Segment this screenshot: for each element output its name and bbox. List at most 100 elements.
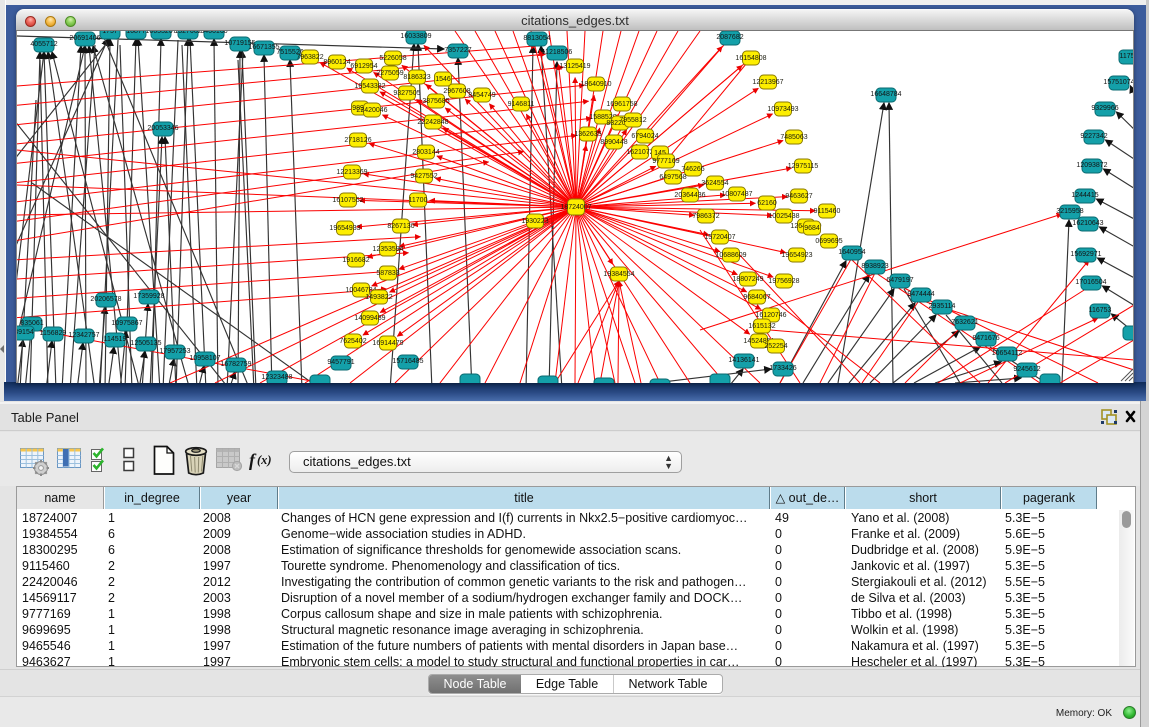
svg-text:2935114: 2935114 (929, 303, 956, 310)
svg-text:8960124: 8960124 (323, 59, 350, 66)
svg-text:16120746: 16120746 (755, 312, 786, 319)
svg-text:12213967: 12213967 (752, 79, 783, 86)
svg-text:11700: 11700 (409, 197, 428, 204)
svg-text:12323488: 12323488 (261, 374, 292, 381)
svg-text:1362635: 1362635 (574, 131, 601, 138)
svg-text:12342757: 12342757 (68, 332, 99, 339)
svg-text:17016504: 17016504 (1075, 279, 1106, 286)
svg-text:9777169: 9777169 (652, 158, 679, 165)
svg-text:16210643: 16210643 (1072, 220, 1103, 227)
svg-text:8186323: 8186323 (403, 74, 430, 81)
svg-text:7963822: 7963822 (296, 54, 323, 61)
svg-text:9115460: 9115460 (814, 208, 841, 215)
svg-text:3624554: 3624554 (701, 180, 728, 187)
svg-text:16914479: 16914479 (372, 340, 403, 347)
svg-text:16154808: 16154808 (735, 55, 766, 62)
svg-text:20206578: 20206578 (90, 296, 121, 303)
svg-text:6466160: 6466160 (200, 31, 227, 35)
svg-text:16033809: 16033809 (400, 33, 431, 40)
svg-text:2967608: 2967608 (443, 88, 470, 95)
svg-text:19756928: 19756928 (768, 278, 799, 285)
svg-text:1733426: 1733426 (769, 365, 796, 372)
svg-text:252254: 252254 (764, 343, 787, 350)
svg-text:1244415: 1244415 (1071, 192, 1098, 199)
svg-text:12975115: 12975115 (788, 163, 819, 170)
svg-text:9329966: 9329966 (1091, 105, 1118, 112)
svg-text:16671355: 16671355 (248, 44, 279, 51)
svg-text:1930223: 1930223 (521, 218, 548, 225)
svg-text:8990448: 8990448 (600, 139, 627, 146)
svg-text:9146811: 9146811 (508, 101, 535, 108)
svg-text:14136141: 14136141 (728, 357, 759, 364)
svg-text:12213369: 12213369 (336, 169, 367, 176)
svg-text:10688609: 10688609 (715, 252, 746, 259)
svg-text:16782759: 16782759 (220, 361, 251, 368)
svg-text:0699695: 0699695 (815, 238, 842, 245)
svg-text:587833: 587833 (376, 270, 399, 277)
svg-text:10958107: 10958107 (189, 355, 220, 362)
svg-text:1916682: 1916682 (342, 257, 369, 264)
svg-text:1527602: 1527602 (174, 31, 201, 35)
svg-text:9474444: 9474444 (907, 291, 934, 298)
svg-text:10807487: 10807487 (721, 191, 752, 198)
svg-text:15716485: 15716485 (392, 358, 423, 365)
svg-text:20053346: 20053346 (147, 125, 178, 132)
svg-text:18640910: 18640910 (580, 81, 611, 88)
svg-text:1621072: 1621072 (626, 149, 653, 156)
svg-text:10025438: 10025438 (768, 213, 799, 220)
svg-text:f: f (249, 450, 257, 470)
svg-text:8813054: 8813054 (523, 35, 550, 42)
svg-text:1493822: 1493822 (365, 294, 392, 301)
svg-text:62160: 62160 (757, 200, 777, 207)
svg-text:39154: 39154 (17, 329, 34, 336)
svg-text:5226058: 5226058 (379, 55, 406, 62)
svg-text:9227342: 9227342 (1080, 133, 1107, 140)
svg-text:2803144: 2803144 (412, 149, 439, 156)
svg-text:7632621: 7632621 (951, 319, 978, 326)
svg-text:1640954: 1640954 (838, 249, 865, 256)
svg-text:22420046: 22420046 (356, 107, 387, 114)
svg-text:7625402: 7625402 (339, 338, 366, 345)
svg-text:18807249: 18807249 (732, 276, 763, 283)
svg-text:10654112: 10654112 (992, 350, 1023, 357)
svg-text:(x): (x) (257, 453, 272, 467)
svg-text:18724007: 18724007 (560, 204, 591, 211)
svg-text:6497568: 6497568 (659, 174, 686, 181)
svg-text:6479197: 6479197 (886, 277, 913, 284)
svg-text:15751074: 15751074 (1103, 79, 1134, 86)
svg-text:12353594: 12353594 (372, 246, 403, 253)
svg-text:9427552: 9427552 (410, 173, 437, 180)
svg-text:16877: 16877 (126, 31, 146, 35)
svg-text:8267130: 8267130 (387, 223, 414, 230)
svg-text:1546: 1546 (435, 76, 451, 83)
svg-text:16961758: 16961758 (606, 101, 637, 108)
svg-text:14099489: 14099489 (354, 315, 385, 322)
svg-text:8471676: 8471676 (972, 335, 999, 342)
svg-text:1615132: 1615132 (748, 323, 775, 330)
svg-text:7986372: 7986372 (692, 213, 719, 220)
svg-text:12505135: 12505135 (130, 340, 161, 347)
svg-text:6794024: 6794024 (631, 133, 658, 140)
svg-text:7357227: 7357227 (444, 47, 471, 54)
svg-text:746266: 746266 (681, 166, 704, 173)
svg-text:1156829: 1156829 (40, 330, 67, 337)
svg-text:15720407: 15720407 (704, 234, 735, 241)
svg-text:10653267: 10653267 (145, 31, 176, 35)
svg-text:11751: 11751 (1120, 53, 1134, 60)
svg-text:9327505: 9327505 (393, 90, 420, 97)
svg-text:116753: 116753 (1089, 307, 1112, 314)
svg-text:2275059: 2275059 (376, 70, 403, 77)
svg-text:3215958: 3215958 (1056, 208, 1083, 215)
svg-text:6912954: 6912954 (350, 63, 377, 70)
svg-text:20691406: 20691406 (69, 35, 100, 42)
svg-text:7485063: 7485063 (780, 134, 807, 141)
svg-text:9684: 9684 (804, 225, 820, 232)
svg-text:22242848: 22242848 (417, 119, 448, 126)
svg-text:15692971: 15692971 (1070, 251, 1101, 258)
svg-text:17359928: 17359928 (133, 293, 164, 300)
svg-text:19654933: 19654933 (329, 225, 360, 232)
svg-text:9463627: 9463627 (785, 193, 812, 200)
svg-text:12093872: 12093872 (1076, 162, 1107, 169)
svg-text:19654923: 19654923 (781, 252, 812, 259)
svg-text:10975867: 10975867 (111, 320, 142, 327)
